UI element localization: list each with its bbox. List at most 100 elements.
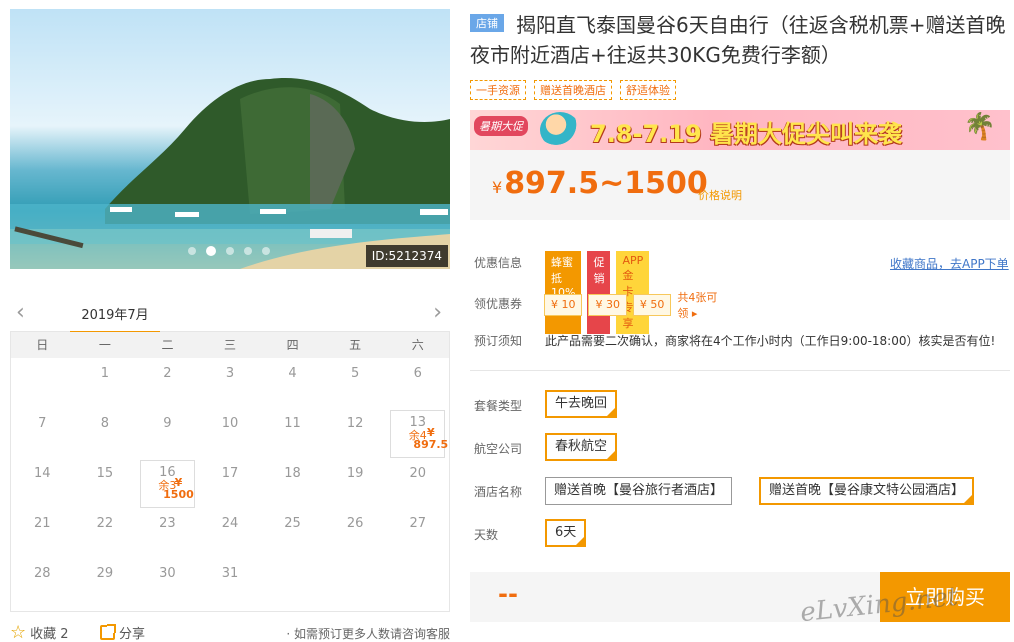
store-badge[interactable]: 店铺 — [470, 14, 504, 32]
day-number: 27 — [409, 516, 426, 531]
chevron-right-icon[interactable]: › — [433, 300, 442, 325]
buy-area: -- 立即购买 — [470, 572, 1010, 622]
package-label: 套餐类型 — [474, 399, 523, 413]
banner-figure — [540, 112, 580, 148]
day-price: ¥ 897.5 — [413, 426, 449, 451]
day-number: 17 — [221, 466, 239, 481]
hotel-option[interactable]: 赠送首晚【曼谷旅行者酒店】 — [545, 477, 733, 505]
share-icon — [100, 624, 116, 640]
day-number: 2 — [163, 366, 172, 381]
hotel-option-selected[interactable]: 赠送首晚【曼谷康文特公园酒店】 — [759, 477, 975, 505]
calendar-day: 20 — [386, 458, 449, 508]
airline-option[interactable]: 春秋航空 — [545, 433, 618, 461]
photo-landscape — [10, 78, 450, 269]
star-icon: ☆ — [10, 621, 27, 642]
weekday-label: 四 — [286, 338, 299, 352]
day-price: ¥ 1500 — [163, 476, 194, 501]
carousel-dot[interactable] — [262, 247, 270, 255]
buy-now-button[interactable]: 立即购买 — [880, 572, 1010, 622]
share-label: 分享 — [119, 627, 146, 642]
coupon-item[interactable]: ¥ 50 — [632, 294, 672, 316]
calendar-day: 7 — [11, 408, 74, 458]
calendar-day: 1 — [74, 358, 137, 408]
day-number: 12 — [346, 416, 364, 431]
coupon-more-link[interactable]: 共4张可领 ▸ — [677, 289, 723, 321]
product-title: 揭阳直飞泰国曼谷6天自由行（往返含税机票+赠送首晚夜市附近酒店+往返共30KG免… — [470, 13, 1006, 67]
chevron-left-icon[interactable]: ‹ — [16, 300, 25, 325]
day-number: 23 — [159, 516, 176, 531]
day-number: 11 — [284, 416, 301, 431]
price-box: ¥897.5~1500 价格说明 — [470, 150, 1010, 220]
calendar-day: 19 — [324, 458, 387, 508]
product-tags: 一手资源 赠送首晚酒店 舒适体验 — [470, 80, 676, 100]
days-label: 天数 — [474, 528, 499, 542]
day-number: 25 — [284, 516, 301, 531]
airline-label: 航空公司 — [474, 442, 523, 456]
banner-text: 7.8-7.19 暑期大促尖叫来袭 — [590, 120, 903, 148]
day-number: 26 — [346, 516, 364, 531]
calendar-day: 28 — [11, 558, 74, 608]
product-id-badge: ID:5212374 — [365, 245, 448, 267]
banner-label: 暑期大促 — [474, 116, 528, 136]
weekday-label: 六 — [411, 338, 424, 352]
day-number: 14 — [34, 466, 51, 481]
carousel-dots — [188, 246, 270, 256]
calendar-day-available[interactable]: 13 ¥ 897.5 余4 — [390, 410, 449, 458]
favorite-label: 收藏 2 — [30, 627, 69, 642]
day-number: 15 — [96, 466, 114, 481]
calendar-day: 9 — [136, 408, 199, 458]
calendar-day: 24 — [199, 508, 262, 558]
day-number: 7 — [38, 416, 47, 431]
calendar-day: 12 — [324, 408, 387, 458]
product-photo[interactable]: ID:5212374 — [10, 9, 450, 269]
share-button[interactable]: 分享 — [100, 623, 145, 642]
calendar-day: 6 — [386, 358, 449, 408]
calendar-day: 21 — [11, 508, 74, 558]
calendar-day: 2 — [136, 358, 199, 408]
favorite-button[interactable]: ☆ 收藏 2 — [10, 623, 69, 642]
day-number: 19 — [346, 466, 364, 481]
weekday-label: 一 — [98, 338, 111, 352]
day-number: 5 — [350, 366, 360, 381]
weekday-label: 二 — [161, 338, 174, 352]
calendar-weekday-header: 日一二三四五六 — [11, 332, 449, 358]
product-tag: 赠送首晚酒店 — [534, 80, 612, 100]
calendar-day: 27 — [386, 508, 449, 558]
calendar-grid: 日一二三四五六 1 2 3 4 5 6 7 8 9 10 11 12 13 ¥ 897.5 余4 14 15 16… — [10, 332, 450, 612]
carousel-dot-active[interactable] — [206, 246, 216, 256]
promo-banner[interactable]: 暑期大促 7.8-7.19 暑期大促尖叫来袭 🌴 — [470, 110, 1010, 150]
calendar-nav: ‹ 2019年7月 › — [10, 296, 450, 333]
day-number: 6 — [413, 366, 422, 381]
day-number: 18 — [284, 466, 301, 481]
calendar-day: 10 — [199, 408, 262, 458]
calendar-day: 29 — [74, 558, 137, 608]
day-number: 8 — [100, 416, 109, 431]
weekday-label: 日 — [36, 338, 49, 352]
day-number: 20 — [409, 466, 426, 481]
calendar-day-available[interactable]: 16 ¥ 1500 余3 — [140, 460, 195, 508]
coupon-list: ¥ 10 ¥ 30 ¥ 50 共4张可领 ▸ — [544, 289, 723, 321]
calendar-day — [11, 358, 74, 408]
notice-text: 此产品需要二次确认，商家将在4个工作小时内（工作日9:00-18:00）核实是否… — [545, 334, 996, 348]
calendar-days: 1 2 3 4 5 6 7 8 9 10 11 12 13 ¥ 897.5 余4 14 15 16 ¥ 1500 余3… — [11, 358, 449, 608]
coupon-item[interactable]: ¥ 10 — [544, 294, 583, 316]
day-number: 28 — [34, 566, 51, 581]
day-number: 30 — [159, 566, 176, 581]
price-explanation-link[interactable]: 价格说明 — [698, 187, 742, 203]
coupon-item[interactable]: ¥ 30 — [588, 294, 627, 316]
calendar-day: 5 — [324, 358, 387, 408]
days-option[interactable]: 6天 — [545, 519, 587, 547]
day-number: 29 — [96, 566, 114, 581]
hotel-label: 酒店名称 — [474, 485, 523, 499]
carousel-dot[interactable] — [226, 247, 234, 255]
carousel-dot[interactable] — [188, 247, 196, 255]
calendar-day: 14 — [11, 458, 74, 508]
day-number: 24 — [221, 516, 239, 531]
carousel-dot[interactable] — [244, 247, 252, 255]
product-tag: 一手资源 — [470, 80, 526, 100]
package-option[interactable]: 午去晚回 — [545, 390, 618, 418]
favorite-app-link[interactable]: 收藏商品，去APP下单 — [890, 255, 1009, 272]
calendar-day — [324, 558, 387, 608]
calendar-day: 4 — [261, 358, 324, 408]
calendar-month-tab[interactable]: 2019年7月 — [70, 304, 160, 333]
